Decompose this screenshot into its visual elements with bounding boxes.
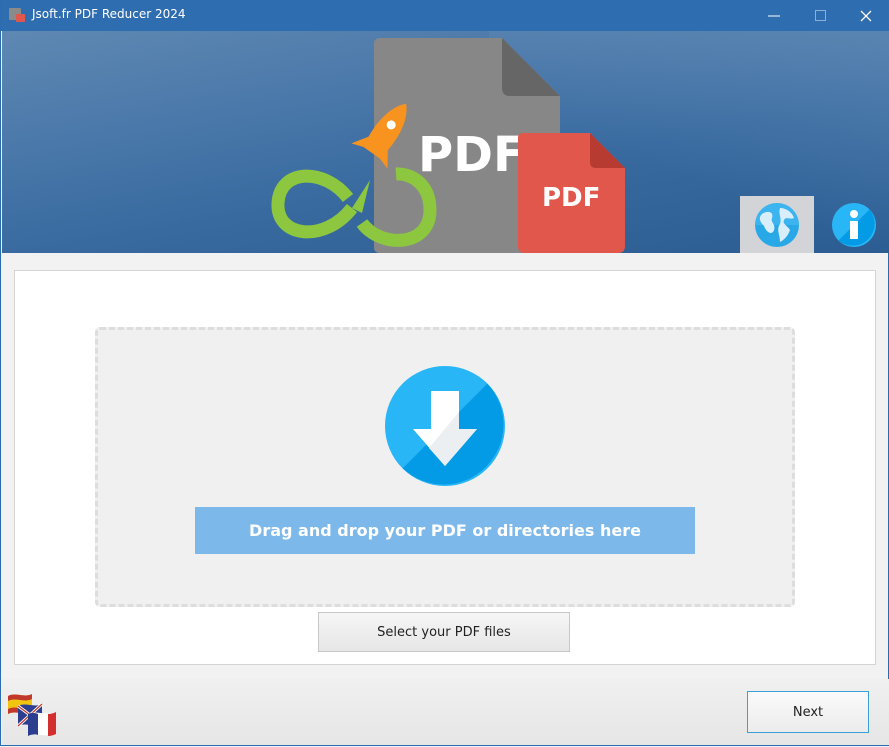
drop-zone-label: Drag and drop your PDF or directories he… — [195, 507, 695, 554]
app-window: Jsoft.fr PDF Reducer 2024 PDF PDF Drag a… — [0, 0, 889, 746]
globe-icon — [755, 202, 799, 247]
red-document-fold — [590, 133, 625, 168]
maximize-icon — [814, 10, 826, 21]
language-flags-icon[interactable] — [6, 690, 58, 740]
logo-text-large: PDF — [418, 127, 526, 183]
infinity-left-icon — [271, 169, 358, 239]
app-icon — [9, 8, 25, 22]
download-arrow-icon — [385, 366, 505, 486]
select-files-button[interactable]: Select your PDF files — [318, 612, 570, 652]
app-logo: PDF PDF — [271, 38, 625, 253]
main-panel: Drag and drop your PDF or directories he… — [14, 270, 876, 665]
minimize-button[interactable] — [751, 0, 797, 31]
logo-text-small: PDF — [542, 183, 600, 213]
next-button[interactable]: Next — [747, 691, 869, 733]
window-title: Jsoft.fr PDF Reducer 2024 — [32, 7, 186, 21]
close-icon — [860, 10, 872, 21]
drop-zone[interactable]: Drag and drop your PDF or directories he… — [95, 327, 795, 607]
language-button[interactable] — [740, 196, 814, 253]
close-button[interactable] — [843, 0, 889, 31]
maximize-button[interactable] — [797, 0, 843, 31]
title-bar: Jsoft.fr PDF Reducer 2024 — [1, 0, 889, 31]
info-icon — [832, 202, 876, 247]
info-button[interactable] — [827, 196, 881, 253]
header-banner: PDF PDF — [2, 31, 889, 253]
grey-document-fold — [502, 38, 560, 96]
minimize-icon — [768, 15, 780, 16]
